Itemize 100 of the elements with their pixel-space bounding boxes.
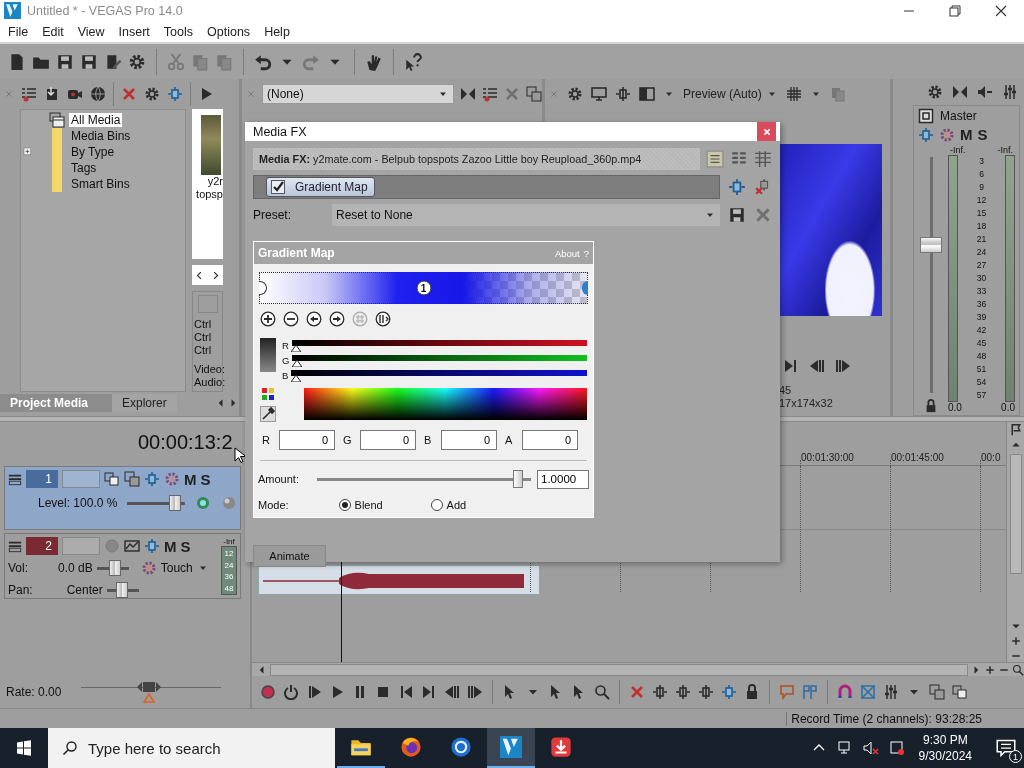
list-icon[interactable]: [482, 86, 498, 103]
play-from-start-icon[interactable]: [306, 684, 322, 701]
clock-time[interactable]: 9:30 PM: [922, 732, 968, 749]
rate-slider-thumb[interactable]: [136, 681, 163, 704]
menu-item[interactable]: View: [70, 24, 112, 39]
track-name-field[interactable]: [62, 537, 100, 556]
monitor-icon[interactable]: [591, 86, 607, 103]
collapse-icon[interactable]: [8, 539, 22, 554]
menu-item[interactable]: Help: [257, 24, 297, 39]
settings-icon[interactable]: [144, 86, 160, 103]
automation-icon[interactable]: [140, 560, 157, 577]
taskbar-button[interactable]: [487, 728, 535, 768]
menu-item[interactable]: Tools: [156, 24, 201, 39]
animate-button[interactable]: Animate: [253, 545, 326, 567]
menu-item[interactable]: Insert: [111, 24, 157, 39]
forward-frame-icon[interactable]: [835, 358, 851, 375]
channel-slider[interactable]: [291, 339, 587, 352]
globe-icon[interactable]: [90, 86, 106, 103]
fader-thumb[interactable]: [920, 236, 942, 253]
lock-icon[interactable]: [924, 399, 938, 414]
settings-icon[interactable]: [927, 84, 943, 101]
ripple-icon[interactable]: [883, 684, 899, 701]
help-icon[interactable]: [404, 52, 422, 71]
horizontal-scrollbar[interactable]: [270, 663, 968, 676]
video-track-header[interactable]: 1 M S Level: 100.0 %: [4, 466, 241, 531]
properties-icon[interactable]: [104, 52, 122, 71]
hand-icon[interactable]: [365, 52, 383, 71]
bus-icon[interactable]: [918, 108, 934, 125]
expand-icon[interactable]: [23, 147, 33, 158]
track-name-field[interactable]: [62, 470, 100, 489]
zoom-in-icon[interactable]: [1009, 635, 1022, 648]
preset-dropdown[interactable]: Reset to None: [332, 204, 720, 226]
copy-icon[interactable]: [526, 86, 542, 103]
split-icon[interactable]: [721, 684, 737, 701]
slider-thumb[interactable]: [109, 560, 122, 577]
preview-quality-dropdown[interactable]: Preview (Auto): [683, 87, 778, 102]
slider-thumb[interactable]: [169, 495, 182, 512]
split-icon[interactable]: [167, 86, 183, 103]
rewind-frame-icon[interactable]: [809, 358, 825, 375]
zoom-tool-icon[interactable]: [594, 684, 610, 701]
checkbox[interactable]: [271, 180, 285, 194]
move-right-icon[interactable]: [329, 311, 345, 327]
channel-slider[interactable]: [292, 354, 587, 367]
split-icon[interactable]: [144, 471, 160, 488]
vertical-scrollbar[interactable]: [1009, 454, 1022, 575]
search-field[interactable]: Type here to search: [48, 728, 335, 768]
mute-button[interactable]: M: [184, 470, 197, 488]
menu-item[interactable]: Edit: [35, 24, 71, 39]
list-view-icon[interactable]: [706, 150, 724, 168]
radio-button[interactable]: [338, 499, 351, 511]
half-frame-icon[interactable]: [639, 86, 655, 103]
tree-item[interactable]: Smart Bins: [69, 177, 132, 192]
zoom-icon[interactable]: [1012, 663, 1024, 676]
distribute-icon[interactable]: [375, 311, 391, 327]
radio-option[interactable]: Add: [430, 499, 517, 511]
volume-muted-icon[interactable]: [862, 740, 879, 757]
gradient-bar[interactable]: 1: [259, 272, 588, 304]
previous-frame-icon[interactable]: [444, 684, 460, 701]
eyedropper-icon[interactable]: [260, 406, 276, 422]
notifications-icon[interactable]: [996, 738, 1016, 759]
radio-button[interactable]: [430, 499, 443, 511]
menu-item[interactable]: File: [1, 24, 36, 39]
clock-date[interactable]: 9/30/2024: [918, 748, 972, 765]
envelope-icon[interactable]: [124, 538, 140, 555]
undo-icon[interactable]: [254, 52, 272, 71]
loop-icon[interactable]: [283, 684, 299, 701]
screen-icon[interactable]: [888, 740, 905, 757]
record-icon[interactable]: [260, 684, 276, 701]
go-to-end-icon[interactable]: [421, 684, 437, 701]
solo-button[interactable]: S: [977, 126, 988, 144]
settings-icon[interactable]: [567, 86, 583, 103]
settings-icon[interactable]: [939, 126, 955, 143]
marker-flag-icon[interactable]: [1009, 424, 1022, 437]
solo-button[interactable]: S: [200, 470, 211, 488]
solo-button[interactable]: S: [180, 537, 191, 555]
split-icon[interactable]: [144, 538, 160, 555]
next-frame-icon[interactable]: [783, 358, 799, 375]
trimmer-dropdown[interactable]: (None): [262, 84, 454, 105]
radio-option[interactable]: Blend: [338, 499, 425, 511]
plugin-chain-button[interactable]: Gradient Map: [266, 177, 375, 197]
channel-slider[interactable]: [291, 369, 587, 382]
new-file-icon[interactable]: [8, 52, 26, 71]
mute-button[interactable]: M: [960, 126, 973, 144]
tree-item[interactable]: All Media: [69, 113, 123, 128]
settings-icon[interactable]: [128, 52, 146, 71]
grid-icon[interactable]: [785, 86, 802, 103]
collapse-icon[interactable]: [8, 472, 22, 487]
close-button[interactable]: [757, 122, 776, 141]
mute-button[interactable]: M: [164, 537, 177, 555]
move-left-icon[interactable]: [306, 311, 322, 327]
restore-icon[interactable]: [947, 2, 963, 19]
grid-view-icon[interactable]: [754, 150, 772, 168]
remove-stop-icon[interactable]: [283, 311, 299, 327]
tree-item[interactable]: Tags: [69, 161, 99, 176]
add-stop-icon[interactable]: [260, 311, 276, 327]
group-icon[interactable]: [952, 684, 968, 701]
value-field[interactable]: 0: [360, 430, 416, 450]
save-as-icon[interactable]: [80, 52, 98, 71]
import-icon[interactable]: [44, 86, 60, 103]
thumbnail-card[interactable]: y2r topsp: [192, 109, 223, 260]
